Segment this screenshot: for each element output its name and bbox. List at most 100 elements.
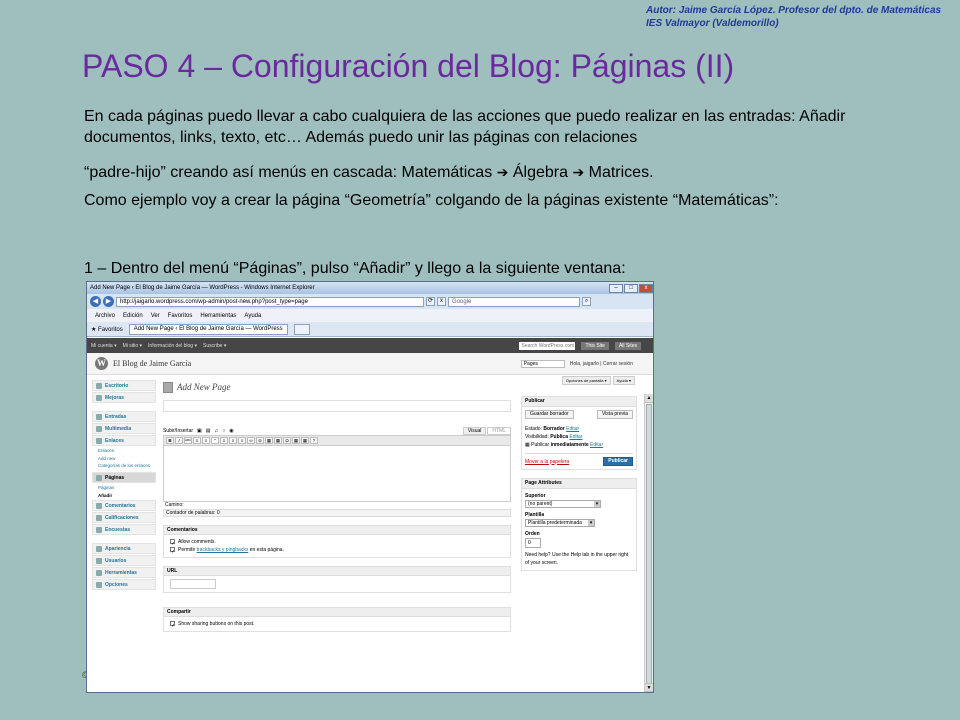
add-media-icon[interactable]: ◉ [229,428,233,434]
scroll-up-icon[interactable]: ▲ [645,394,653,403]
share-box-header[interactable]: Compartir [164,608,510,617]
trackbacks-link[interactable]: trackbacks y pingbacks [197,547,249,553]
edit-status-link[interactable]: Editar [566,426,579,432]
pages-dropdown[interactable]: Pages [520,359,565,368]
special-char-button[interactable]: Ω [283,437,291,444]
sidebar-subitem-categorias[interactable]: Categorías de los enlaces [92,463,156,469]
edit-visibility-link[interactable]: Editar [569,434,582,440]
insert-link-button[interactable]: ∞ [247,437,255,444]
bullet-list-button[interactable]: ≡ [193,437,201,444]
blockquote-button[interactable]: “ [211,437,219,444]
parent-select[interactable]: (no parent) ▾ [525,500,601,508]
slug-input[interactable] [170,579,216,589]
add-image-icon[interactable]: ▣ [197,428,202,434]
publish-button[interactable]: Publicar [603,457,633,466]
move-to-trash-link[interactable]: Mover a la papelera [525,458,569,466]
editor-content-area[interactable] [163,446,511,502]
add-poll-icon[interactable]: ○ [222,428,225,434]
edit-schedule-link[interactable]: Editar [590,442,603,448]
minimize-button[interactable]: – [609,283,623,293]
order-input[interactable]: 0 [525,538,541,548]
new-tab-button[interactable] [293,323,310,335]
all-sites-button[interactable]: All Sites [614,341,641,350]
tab-html[interactable]: HTML [487,426,511,435]
adminbar-blog-info[interactable]: Información del blog ▾ [148,343,197,349]
search-icon[interactable]: ⌕ [582,297,591,306]
sidebar-subitem-paginas[interactable]: Páginas [92,484,156,492]
url-field[interactable]: http://jaigarlo.wordpress.com/wp-admin/p… [116,296,424,307]
adminbar-subscribe[interactable]: Suscribe ▾ [203,343,226,349]
help-button[interactable]: Ayuda ▾ [612,376,635,385]
scroll-down-icon[interactable]: ▼ [645,683,653,692]
unlink-button[interactable]: ⊘ [256,437,264,444]
more-tag-button[interactable]: ▦ [265,437,273,444]
align-left-button[interactable]: ≡ [220,437,228,444]
back-button[interactable]: ◀ [90,296,101,307]
sidebar-item-entradas[interactable]: Entradas [92,411,156,422]
trackbacks-checkbox[interactable]: ✓ [170,547,175,555]
kitchen-sink-button[interactable]: ▦ [301,437,309,444]
sidebar-item-escritorio[interactable]: Escritorio [92,380,156,391]
sidebar-item-apariencia[interactable]: Apariencia [92,543,156,554]
adminbar-my-account[interactable]: Mi cuenta ▾ [91,343,117,349]
page-scrollbar[interactable]: ▲ ▼ [644,394,653,692]
sidebar-item-comentarios[interactable]: Comentarios [92,500,156,511]
sidebar-item-calificaciones[interactable]: Calificaciones [92,512,156,523]
save-draft-button[interactable]: Guardar borrador [525,410,574,419]
sidebar-item-multimedia[interactable]: Multimedia [92,423,156,434]
sidebar-item-enlaces[interactable]: Enlaces [92,435,156,446]
forward-button[interactable]: ▶ [103,296,114,307]
blog-name[interactable]: El Blog de Jaime García [113,359,191,368]
template-select[interactable]: Plantilla predeterminada ▾ [525,519,595,527]
adminbar-my-site[interactable]: Mi sitio ▾ [123,343,142,349]
menu-herramientas[interactable]: Herramientas [200,313,236,319]
comments-box-header[interactable]: Comentarios [164,526,510,535]
this-site-button[interactable]: This Site [581,341,609,350]
allow-comments-checkbox[interactable]: ✓ [170,539,175,547]
align-center-button[interactable]: ≡ [229,437,237,444]
bold-button[interactable]: B [166,437,174,444]
url-box-header[interactable]: URL [164,567,510,576]
comments-box: Comentarios ✓ Allow comments. ✓ Permitir t… [163,525,511,558]
add-video-icon[interactable]: ▤ [206,428,211,434]
screen-options-button[interactable]: Opciones de pantalla ▾ [561,376,611,385]
title-input[interactable] [163,400,511,412]
menu-ver[interactable]: Ver [151,313,160,319]
align-right-button[interactable]: ≡ [238,437,246,444]
sidebar-subitem-enlaces[interactable]: Enlaces [92,447,156,455]
menu-archivo[interactable]: Archivo [95,313,115,319]
help-icon[interactable]: ? [310,437,318,444]
sharing-checkbox[interactable]: ✓ [170,621,175,629]
strikethrough-button[interactable]: ABC [184,437,192,444]
italic-button[interactable]: I [175,437,183,444]
search-input[interactable]: Google [448,296,580,307]
sidebar-item-opciones[interactable]: Opciones [92,579,156,590]
fullscreen-button[interactable]: ▦ [292,437,300,444]
sidebar-item-herramientas[interactable]: Herramientas [92,567,156,578]
spellcheck-button[interactable]: ▦ [274,437,282,444]
preview-button[interactable]: Vista previa [596,410,633,419]
refresh-button[interactable]: ⟳ [426,297,435,306]
browser-tab[interactable]: Add New Page ‹ El Blog de Jaime García —… [128,323,288,335]
maximize-button[interactable]: □ [624,283,638,293]
menu-favoritos[interactable]: Favoritos [168,313,193,319]
stop-button[interactable]: x [437,297,446,306]
sidebar-subitem-add-new[interactable]: Add new [92,455,156,463]
page-attributes-header[interactable]: Page Attributes [522,479,636,489]
menu-edicion[interactable]: Edición [123,313,143,319]
add-audio-icon[interactable]: ♫ [214,428,218,434]
favorites-button[interactable]: ★ Favoritos [91,326,123,333]
wp-search-input[interactable]: Search WordPress.com [519,341,576,350]
menu-ayuda[interactable]: Ayuda [244,313,261,319]
close-button[interactable]: x [639,283,653,293]
scroll-thumb[interactable] [646,404,652,692]
sidebar-subitem-anadir[interactable]: Añadir [92,492,156,500]
publish-box-header[interactable]: Publicar [522,397,636,407]
sidebar-item-mejoras[interactable]: Mejoras [92,392,156,403]
numbered-list-button[interactable]: ≡ [202,437,210,444]
howdy-text[interactable]: Hola, jaigarlo | Cerrar sesión [570,361,633,367]
sidebar-item-paginas[interactable]: Páginas [92,472,156,483]
sidebar-item-usuarios[interactable]: Usuarios [92,555,156,566]
tab-visual[interactable]: Visual [462,426,487,435]
sidebar-item-encuestas[interactable]: Encuestas [92,524,156,535]
